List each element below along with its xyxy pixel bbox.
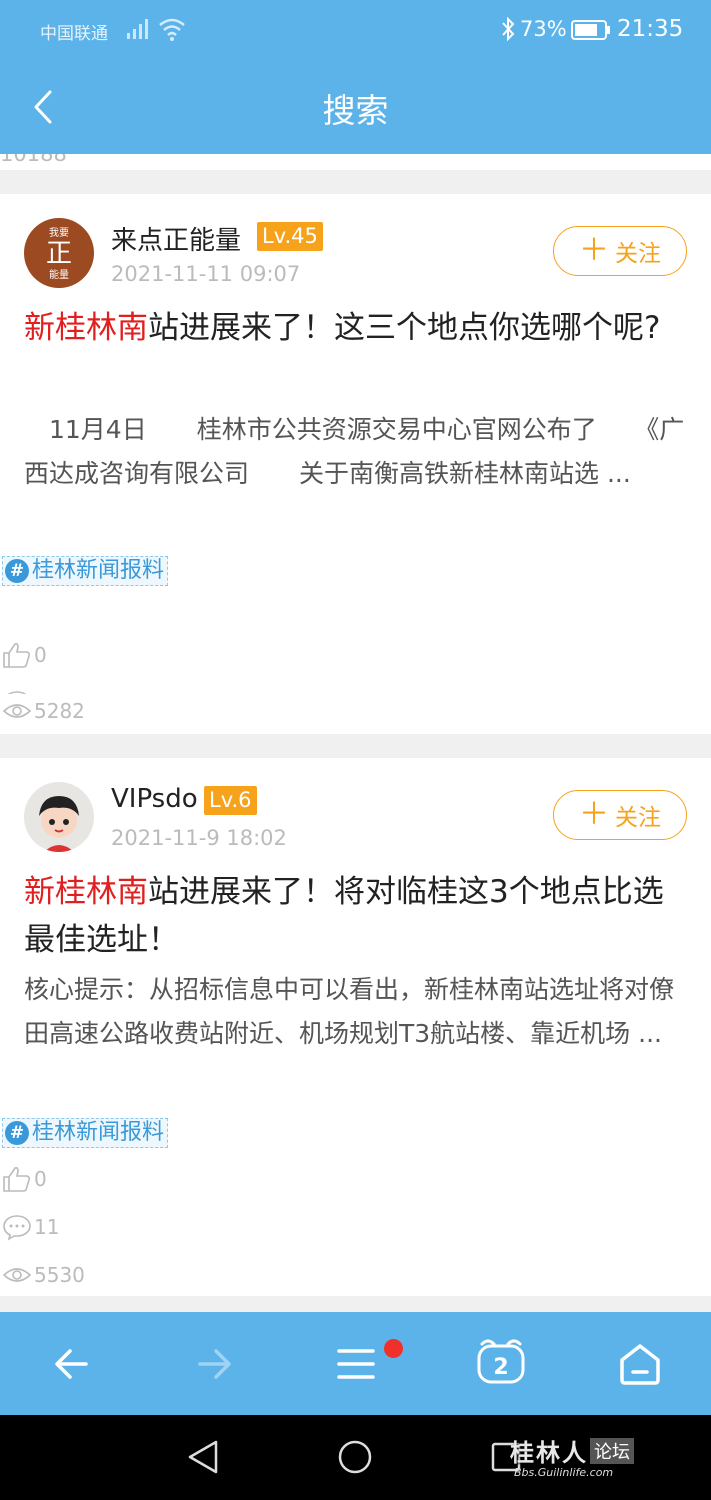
author-name[interactable]: VIPsdo xyxy=(111,784,198,814)
follow-label: 关注 xyxy=(615,805,661,831)
topic-tag[interactable]: # 桂林新闻报料 xyxy=(2,1118,169,1148)
follow-button[interactable]: ＋ 关注 xyxy=(553,226,687,276)
topic-tag[interactable]: # 桂林新闻报料 xyxy=(2,556,169,586)
status-bar: 中国联通 73% 21:35 xyxy=(0,0,711,60)
thumbs-up-icon xyxy=(3,643,31,668)
view-count: 10188 xyxy=(0,154,67,166)
tag-label: 桂林新闻报料 xyxy=(32,1120,165,1145)
bluetooth-icon xyxy=(502,16,515,42)
battery-icon xyxy=(571,20,610,40)
title-bar: 搜索 xyxy=(0,60,711,154)
battery-percent: 73% xyxy=(520,17,567,41)
like-stat[interactable]: 0 xyxy=(2,1164,47,1194)
post-title[interactable]: 新桂林南站进展来了！这三个地点你选哪个呢? xyxy=(24,304,684,352)
view-stat: 5530 xyxy=(2,1260,85,1290)
back-arrow-icon[interactable] xyxy=(50,1342,94,1386)
title-rest: 站进展来了！这三个地点你选哪个呢? xyxy=(148,310,661,346)
like-stat[interactable]: 0 xyxy=(2,640,47,670)
level-badge: Lv.45 xyxy=(257,222,323,251)
page-title: 搜索 xyxy=(322,91,389,130)
carrier-name: 中国联通 xyxy=(40,24,108,44)
view-count: 5282 xyxy=(34,699,85,723)
watermark-name: 桂林人 xyxy=(510,1439,588,1467)
tabs-count: 2 xyxy=(493,1355,508,1380)
hash-icon: # xyxy=(5,1121,29,1145)
view-count: 5530 xyxy=(34,1263,85,1287)
watermark-box: 论坛 xyxy=(590,1438,634,1464)
follow-label: 关注 xyxy=(615,241,661,267)
eye-icon xyxy=(2,704,32,718)
level-badge: Lv.6 xyxy=(204,786,257,815)
plus-icon: ＋ xyxy=(579,233,609,268)
tag-label: 桂林新闻报料 xyxy=(32,558,165,583)
search-results-list[interactable]: 10188 我要 正 能量 来点正能量 Lv.45 2021-11-11 09:… xyxy=(0,154,711,1312)
author-name[interactable]: 来点正能量 xyxy=(111,220,241,257)
title-highlight: 新桂林南 xyxy=(24,874,148,910)
thumbs-up-icon xyxy=(3,1167,31,1192)
home-icon[interactable] xyxy=(618,1342,662,1386)
comment-icon xyxy=(3,1215,31,1241)
like-count: 0 xyxy=(34,643,47,667)
bottom-toolbar: 2 xyxy=(0,1312,711,1415)
previous-post-card[interactable]: 10188 xyxy=(0,154,711,170)
post-time: 2021-11-11 09:07 xyxy=(111,262,301,286)
menu-icon[interactable] xyxy=(334,1342,378,1386)
site-watermark: 桂林人 论坛 Bbs.Guilinlife.com xyxy=(510,1433,634,1479)
view-stat: 5282 xyxy=(2,696,85,726)
comment-stat[interactable]: 11 xyxy=(2,1212,59,1242)
follow-button[interactable]: ＋ 关注 xyxy=(553,790,687,840)
signal-icon xyxy=(127,19,148,39)
post-card[interactable]: 我要 正 能量 来点正能量 Lv.45 2021-11-11 09:07 ＋ 关… xyxy=(0,194,711,734)
avatar[interactable]: 我要 正 能量 xyxy=(24,218,94,288)
comment-count: 11 xyxy=(34,1215,60,1239)
plus-icon: ＋ xyxy=(579,797,609,832)
post-card[interactable]: VIPsdo Lv.6 2021-11-9 18:02 ＋ 关注 新桂林南站进展… xyxy=(0,758,711,1296)
avatar-label-mid: 正 xyxy=(46,239,72,269)
like-count: 0 xyxy=(34,1167,47,1191)
tabs-icon[interactable]: 2 xyxy=(474,1336,528,1386)
hash-icon: # xyxy=(5,559,29,583)
nav-home-icon[interactable] xyxy=(337,1439,373,1475)
avatar-image: 我要 正 能量 xyxy=(24,218,94,288)
clock: 21:35 xyxy=(617,16,684,42)
eye-icon xyxy=(2,1268,32,1282)
notification-dot xyxy=(384,1339,403,1358)
title-highlight: 新桂林南 xyxy=(24,310,148,346)
post-excerpt: 11月4日 桂林市公共资源交易中心官网公布了 《广西达成咨询有限公司 关于南衡高… xyxy=(24,415,685,488)
avatar-image xyxy=(24,782,94,852)
post-title[interactable]: 新桂林南站进展来了！将对临桂这3个地点比选最佳选址！ xyxy=(24,868,684,964)
post-excerpt: 核心提示：从招标信息中可以看出，新桂林南站选址将对僚田高速公路收费站附近、机场规… xyxy=(24,975,675,1048)
avatar[interactable] xyxy=(24,782,94,852)
post-time: 2021-11-9 18:02 xyxy=(111,826,287,850)
avatar-label-top: 我要 xyxy=(49,227,69,239)
post-card-views: 5282 xyxy=(0,694,711,734)
avatar-label-bottom: 能量 xyxy=(49,268,69,281)
wifi-icon xyxy=(159,18,185,41)
nav-back-icon[interactable] xyxy=(186,1439,220,1475)
forward-arrow-icon[interactable] xyxy=(192,1342,236,1386)
